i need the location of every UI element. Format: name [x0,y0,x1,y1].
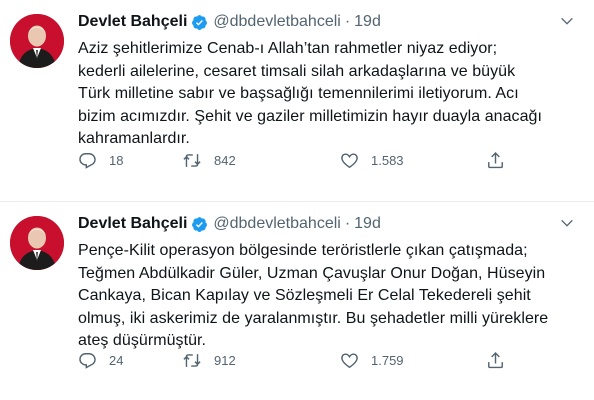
heart-icon [341,352,358,368]
tweet-text-line: kahramanlardır. [78,130,190,148]
author-name[interactable]: Devlet Bahçeli [78,215,187,233]
like-count: 1.583 [371,152,404,168]
chevron-down-icon[interactable] [556,10,578,32]
tweet-text-line: Cankaya, Bican Kapılay ve Sözleşmeli Er … [78,287,531,305]
reply-button[interactable]: 18 [78,151,123,170]
tweet-header: Devlet Bahçeli @dbdevletbahceli · 19d [78,10,582,34]
author-handle[interactable]: @dbdevletbahceli [213,215,340,233]
author-name[interactable]: Devlet Bahçeli [78,13,187,31]
tweet-header: Devlet Bahçeli @dbdevletbahceli · 19d [78,212,582,236]
tweet-feed: Devlet Bahçeli @dbdevletbahceli · 19d Az… [0,0,594,400]
share-icon [488,151,503,168]
tweet-text-line: ateş düşürmüştür. [78,332,207,350]
timestamp[interactable]: 19d [354,215,381,233]
heart-icon [341,152,358,168]
like-button[interactable]: 1.759 [340,351,404,370]
tweet-text-line: kederli ailelerine, cesaret timsali sila… [78,62,516,80]
reply-count: 24 [109,352,124,368]
timestamp[interactable]: 19d [354,13,381,31]
tweet-text-line: olmuş, iki askerimiz de yaralanmıştır. B… [78,309,549,327]
avatar[interactable] [10,216,64,270]
reply-icon [79,152,96,169]
tweet[interactable]: Devlet Bahçeli @dbdevletbahceli · 19d Pe… [0,202,594,400]
like-button[interactable]: 1.583 [340,151,404,170]
verified-badge-icon [191,14,208,31]
share-button[interactable] [486,151,505,170]
share-icon [488,351,503,368]
reply-count: 18 [109,152,124,168]
tweet-text-line: Teğmen Abdülkadir Güler, Uzman Çavuşlar … [78,264,546,282]
retweet-count: 842 [214,152,236,168]
like-count: 1.759 [371,352,404,368]
separator-dot: · [344,13,351,30]
share-button[interactable] [486,351,505,370]
verified-badge-icon [191,216,208,233]
tweet-text-line: Türk milletine sabır ve başsağlığı temen… [78,85,519,103]
tweet-text: Pençe-Kilit operasyon bölgesinde teröris… [78,240,582,353]
author-handle[interactable]: @dbdevletbahceli [213,13,340,31]
reply-icon [79,352,96,369]
retweet-icon [183,353,201,367]
tweet-text-line: Aziz şehitlerimize Cenab-ı Allah’tan rah… [78,40,498,57]
separator-dot: · [344,215,351,232]
retweet-button[interactable]: 912 [182,351,236,370]
retweet-count: 912 [214,352,236,368]
tweet-text: Aziz şehitlerimize Cenab-ı Allah’tan rah… [78,38,582,151]
tweet[interactable]: Devlet Bahçeli @dbdevletbahceli · 19d Az… [0,0,594,202]
avatar[interactable] [10,14,64,68]
tweet-text-line: Pençe-Kilit operasyon bölgesinde teröris… [78,242,528,259]
reply-button[interactable]: 24 [78,351,123,370]
retweet-button[interactable]: 842 [182,151,236,170]
chevron-down-icon[interactable] [556,212,578,234]
retweet-icon [183,153,201,167]
tweet-text-line: bizim acımızdır. Şehit ve gaziler millet… [78,107,542,125]
